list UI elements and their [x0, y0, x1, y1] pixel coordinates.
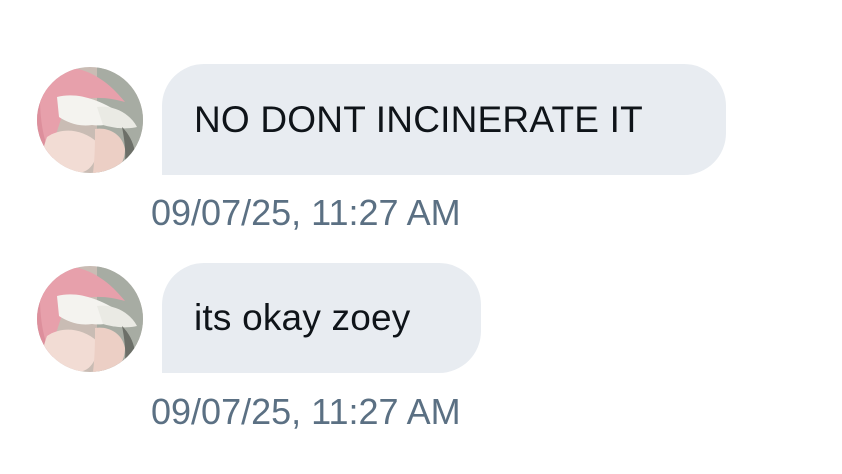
message-bubble[interactable]: NO DONT INCINERATE IT [162, 64, 726, 175]
message-timestamp: 09/07/25, 11:27 AM [151, 192, 461, 233]
message-text: its okay zoey [194, 297, 411, 338]
user-avatar-icon [37, 266, 143, 372]
message-thread: NO DONT INCINERATE IT 09/07/25, 11:27 AM… [0, 0, 842, 474]
message-text: NO DONT INCINERATE IT [194, 98, 643, 140]
user-avatar-icon [37, 67, 143, 173]
avatar[interactable] [37, 67, 143, 173]
message-bubble[interactable]: its okay zoey [162, 263, 481, 373]
avatar[interactable] [37, 266, 143, 372]
message-timestamp: 09/07/25, 11:27 AM [151, 391, 461, 432]
